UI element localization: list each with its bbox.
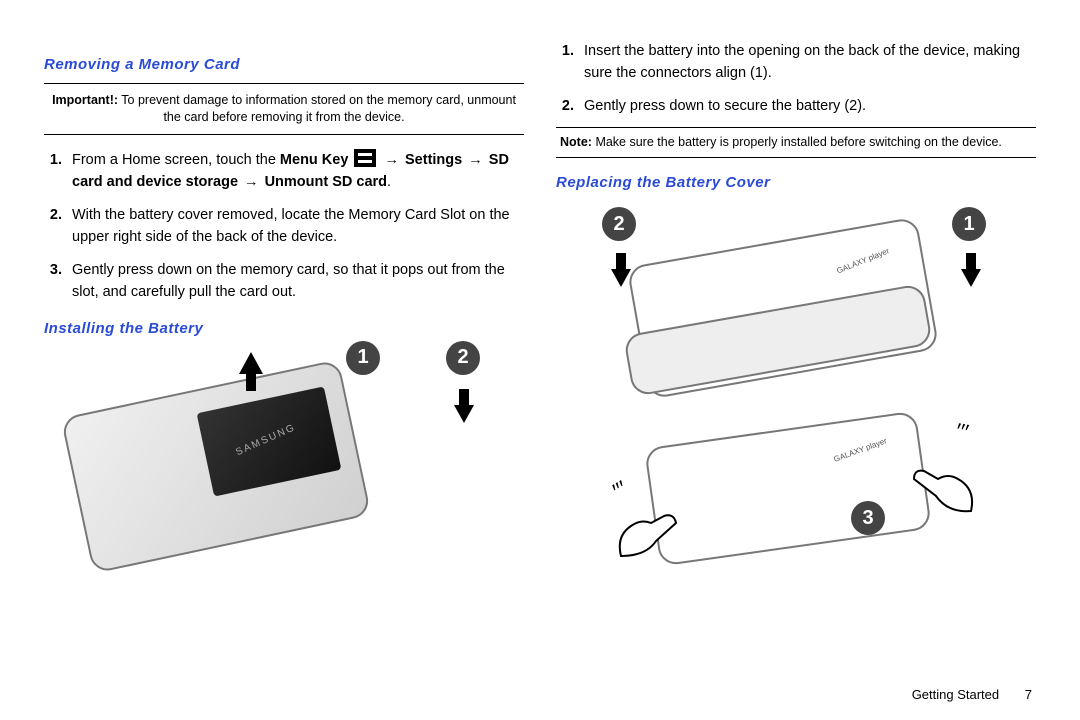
motion-lines-icon: ′′′ bbox=[954, 418, 971, 446]
important-text: To prevent damage to information stored … bbox=[121, 93, 516, 124]
step-content: From a Home screen, touch the Menu Key →… bbox=[72, 149, 524, 194]
step-text: With the battery cover removed, locate t… bbox=[72, 204, 524, 249]
battery-brand-label: SAMSUNG bbox=[234, 422, 297, 458]
down-arrow-icon bbox=[961, 269, 981, 287]
page-footer: Getting Started 7 bbox=[912, 687, 1032, 702]
footer-section: Getting Started bbox=[912, 687, 999, 702]
step-number: 1. bbox=[556, 40, 574, 85]
step-text: . bbox=[387, 174, 391, 190]
step-number: 2. bbox=[44, 204, 62, 249]
down-arrow-icon bbox=[454, 405, 474, 423]
illustration-install-battery: SAMSUNG bbox=[44, 347, 524, 577]
heading-removing-memory-card: Removing a Memory Card bbox=[44, 56, 524, 73]
important-box: Important!: To prevent damage to informa… bbox=[44, 83, 524, 135]
phone-brand-label: GALAXY player bbox=[833, 437, 889, 465]
callout-badge-2 bbox=[446, 341, 480, 375]
note-box: Note: Make sure the battery is properly … bbox=[556, 127, 1036, 158]
steps-insert-battery: 1. Insert the battery into the opening o… bbox=[556, 40, 1036, 117]
steps-remove-card: 1. From a Home screen, touch the Menu Ke… bbox=[44, 149, 524, 304]
phone-cover-bottom: GALAXY player bbox=[644, 411, 932, 567]
arrow-icon: → bbox=[244, 174, 259, 190]
illustration-replace-cover: GALAXY player GALAXY player ′′′ ′′′ bbox=[556, 201, 1036, 561]
callout-badge-1 bbox=[952, 207, 986, 241]
note-label: Note: bbox=[560, 135, 592, 149]
heading-replacing-cover: Replacing the Battery Cover bbox=[556, 174, 1036, 191]
footer-page-number: 7 bbox=[1025, 687, 1032, 702]
note-text: Make sure the battery is properly instal… bbox=[595, 135, 1001, 149]
step-number: 1. bbox=[44, 149, 62, 194]
step-number: 2. bbox=[556, 95, 574, 117]
step-text: Gently press down to secure the battery … bbox=[584, 95, 866, 117]
down-arrow-icon bbox=[611, 269, 631, 287]
step-text: From a Home screen, touch the bbox=[72, 152, 280, 168]
heading-installing-battery: Installing the Battery bbox=[44, 320, 524, 337]
arrow-icon: → bbox=[384, 152, 399, 168]
up-arrow-icon bbox=[239, 352, 263, 374]
unmount-label: Unmount SD card bbox=[265, 174, 387, 190]
callout-badge-1 bbox=[346, 341, 380, 375]
step-text: Gently press down on the memory card, so… bbox=[72, 259, 524, 304]
step-number: 3. bbox=[44, 259, 62, 304]
important-label: Important!: bbox=[52, 93, 118, 107]
step-text: Insert the battery into the opening on t… bbox=[584, 40, 1036, 85]
menu-key-icon bbox=[354, 149, 376, 167]
menu-key-label: Menu Key bbox=[280, 152, 349, 168]
up-arrow-stem bbox=[246, 373, 256, 391]
callout-badge-2 bbox=[602, 207, 636, 241]
left-hand-illustration bbox=[616, 501, 686, 561]
arrow-icon: → bbox=[468, 152, 483, 168]
phone-brand-label: GALAXY player bbox=[835, 247, 890, 276]
settings-label: Settings bbox=[405, 152, 462, 168]
right-hand-illustration bbox=[906, 451, 976, 521]
